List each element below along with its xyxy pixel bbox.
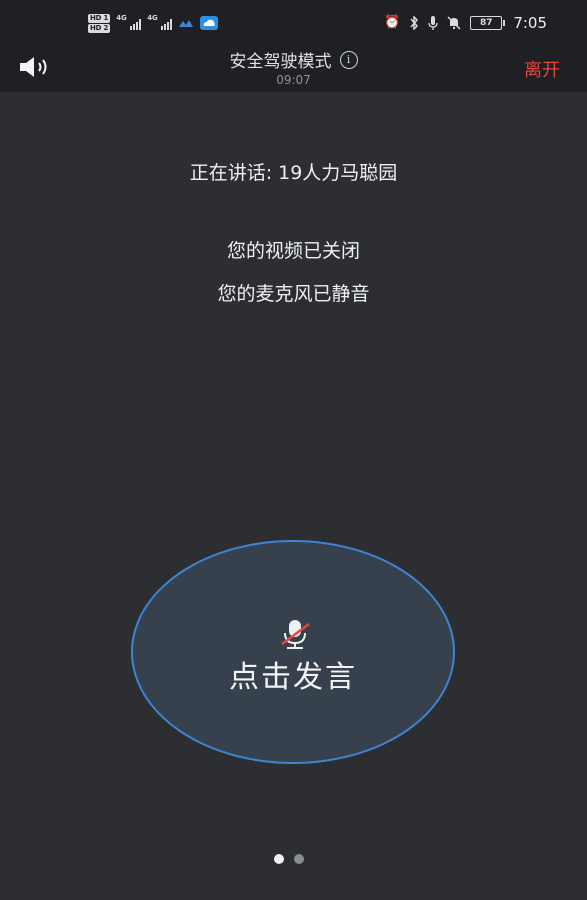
mic-status: 您的麦克风已静音 — [217, 283, 370, 305]
hd-badge-1: HD 1 — [88, 13, 111, 23]
network-type-2: 4G — [147, 14, 158, 22]
battery-indicator: 87 — [470, 16, 506, 30]
title-block: 安全驾驶模式 i 09:07 — [0, 47, 587, 87]
silent-bell-icon — [447, 16, 461, 30]
info-icon[interactable]: i — [339, 50, 358, 69]
mic-muted-icon — [281, 620, 310, 649]
status-bar: HD 1 HD 2 4G 4G ⏰ 87 7:05 — [0, 0, 587, 44]
signal-2-icon: 4G — [147, 14, 173, 30]
signal-1-icon: 4G — [116, 14, 142, 30]
hd-badges: HD 1 HD 2 — [88, 13, 111, 33]
title-row: 安全驾驶模式 i — [230, 47, 358, 72]
page-title: 安全驾驶模式 — [229, 52, 332, 72]
app-notification-icon — [179, 20, 194, 27]
speaking-status: 正在讲话: 19人力马聪园 — [189, 162, 398, 184]
network-type-1: 4G — [116, 14, 127, 22]
page-dot-1[interactable] — [274, 854, 284, 864]
status-right: ⏰ 87 7:05 — [384, 12, 547, 34]
tap-to-speak-button[interactable]: 点击发言 — [131, 540, 455, 764]
meeting-timer: 09:07 — [276, 73, 311, 87]
video-status: 您的视频已关闭 — [226, 240, 360, 262]
hd-badge-2: HD 2 — [88, 23, 111, 33]
bluetooth-icon — [410, 16, 419, 30]
mic-icon — [428, 16, 438, 30]
leave-button[interactable]: 离开 — [524, 56, 560, 82]
header: 安全驾驶模式 i 09:07 离开 — [0, 44, 587, 92]
page-dot-2[interactable] — [294, 854, 304, 864]
cloud-icon — [200, 16, 219, 30]
page-indicator — [274, 854, 304, 864]
alarm-icon: ⏰ — [384, 15, 401, 30]
status-time: 7:05 — [513, 14, 547, 32]
status-left: HD 1 HD 2 4G 4G — [88, 12, 219, 34]
tap-to-speak-label: 点击发言 — [229, 660, 357, 695]
